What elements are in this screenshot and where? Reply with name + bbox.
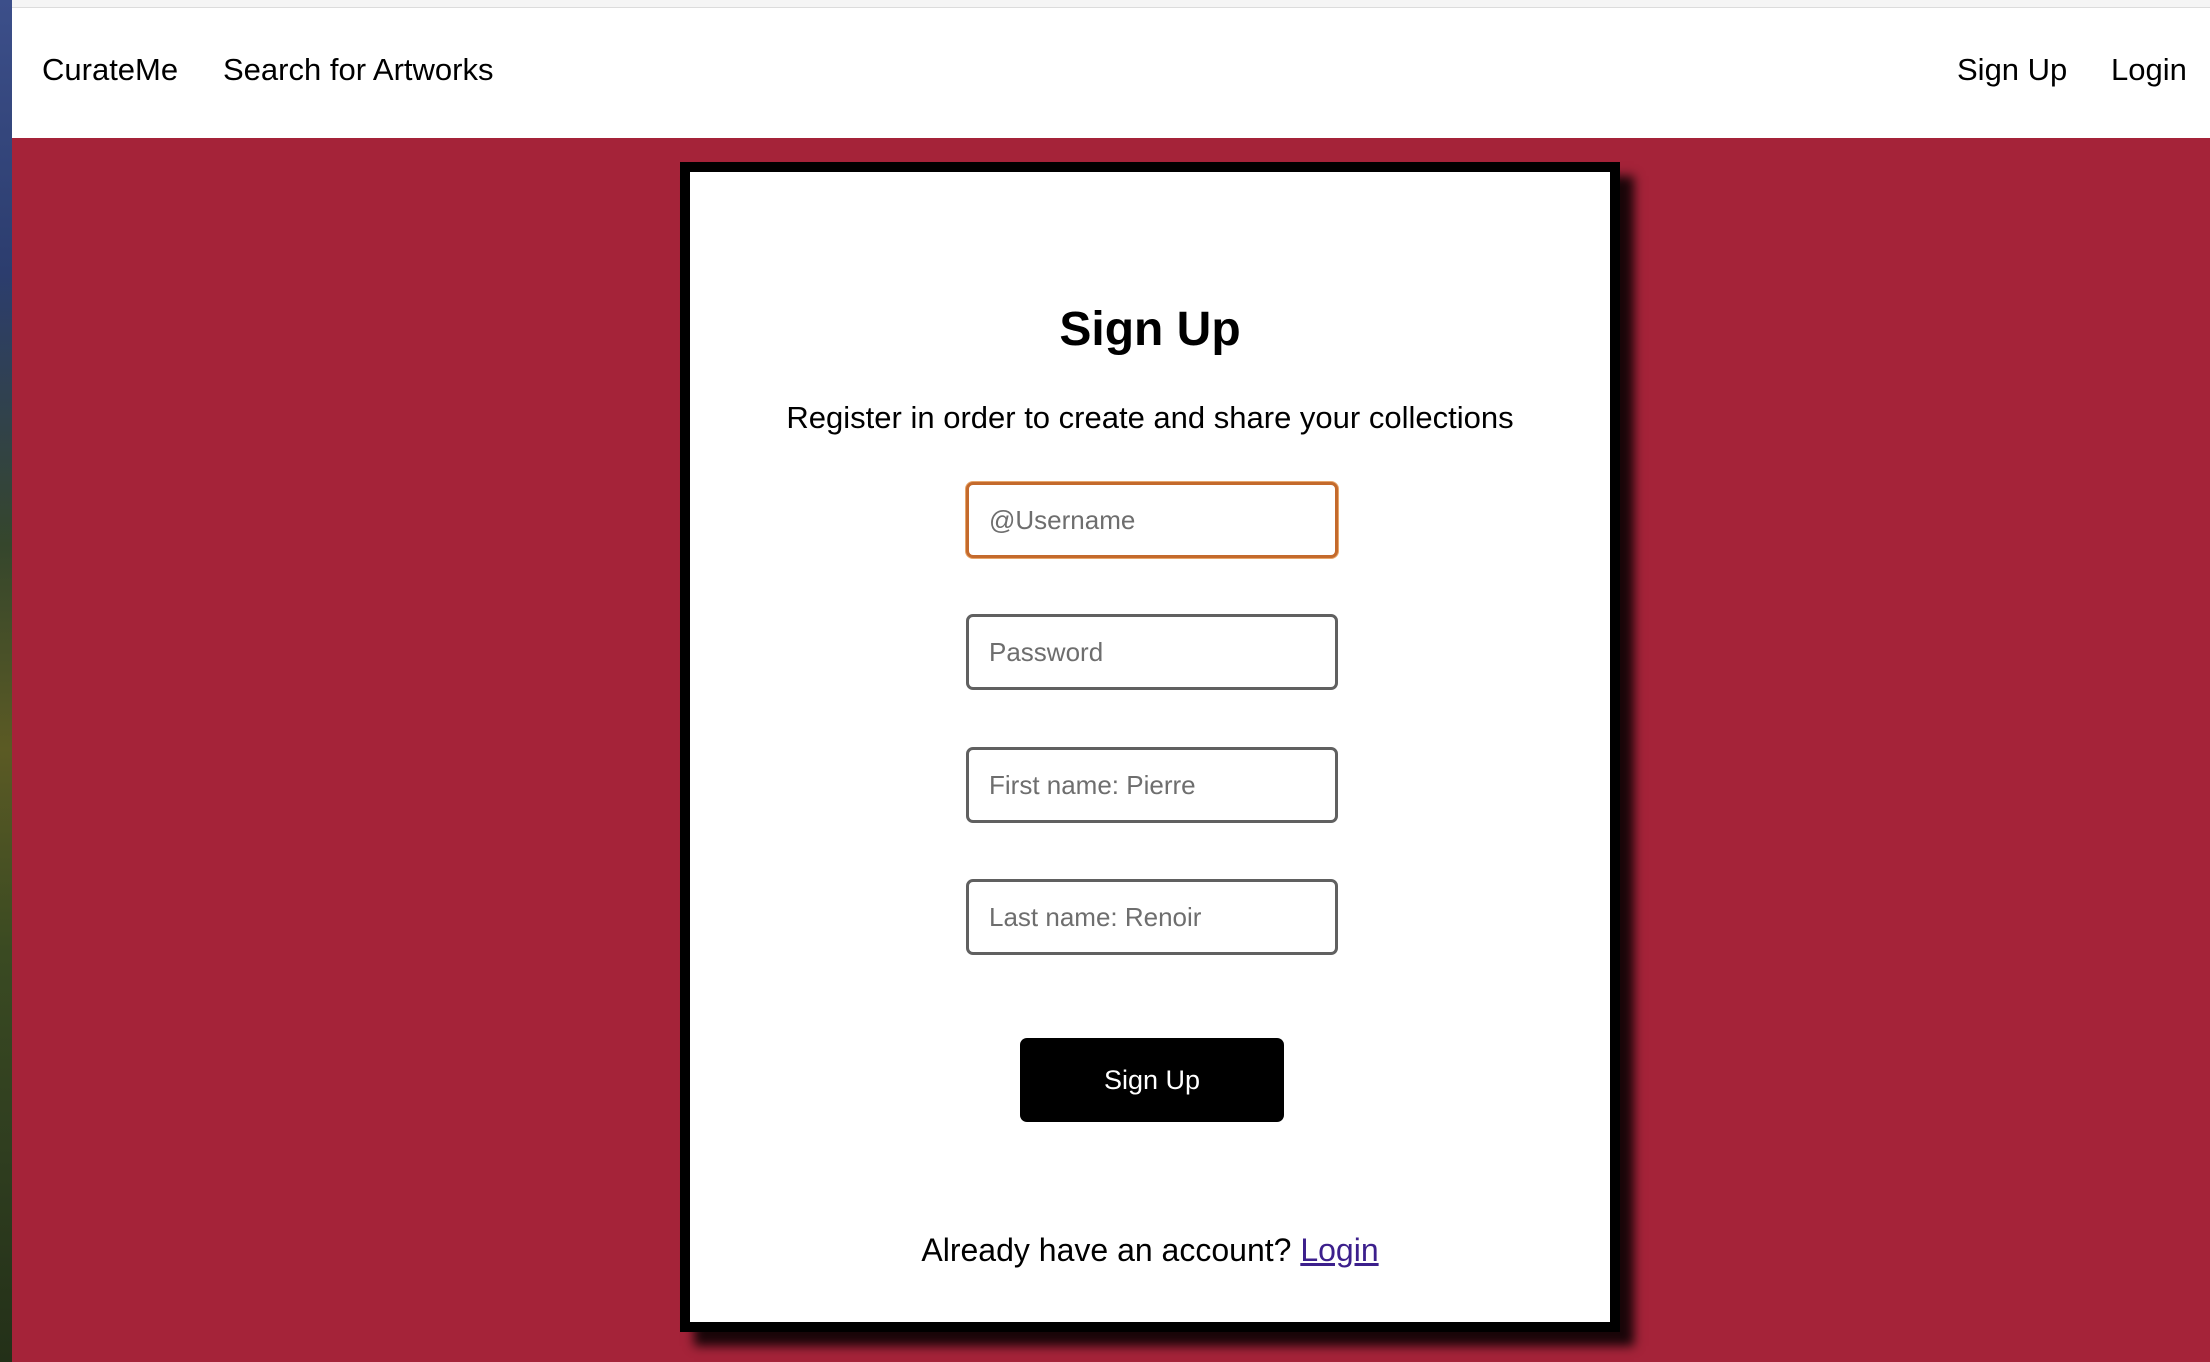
login-prompt: Already have an account? Login: [690, 1232, 1610, 1269]
desktop-wallpaper-edge: [0, 0, 12, 1362]
form-subtitle: Register in order to create and share yo…: [786, 400, 1514, 435]
login-link[interactable]: Login: [1300, 1232, 1378, 1268]
brand-link[interactable]: CurateMe: [42, 8, 178, 138]
last-name-input[interactable]: [966, 879, 1338, 955]
nav-login[interactable]: Login: [2111, 8, 2187, 138]
nav-search-artworks[interactable]: Search for Artworks: [223, 8, 493, 138]
browser-top-edge: [12, 0, 2210, 8]
first-name-input[interactable]: [966, 747, 1338, 823]
password-input[interactable]: [966, 614, 1338, 690]
signup-submit-button[interactable]: Sign Up: [1020, 1038, 1284, 1122]
signup-card: Sign Up Register in order to create and …: [680, 162, 1620, 1332]
nav-signup[interactable]: Sign Up: [1957, 8, 2067, 138]
navbar: CurateMe Search for Artworks Sign Up Log…: [12, 8, 2210, 138]
form-title: Sign Up: [1059, 303, 1241, 356]
login-prompt-text: Already have an account?: [921, 1232, 1292, 1268]
username-input[interactable]: [966, 482, 1338, 558]
page: CurateMe Search for Artworks Sign Up Log…: [12, 0, 2210, 1362]
